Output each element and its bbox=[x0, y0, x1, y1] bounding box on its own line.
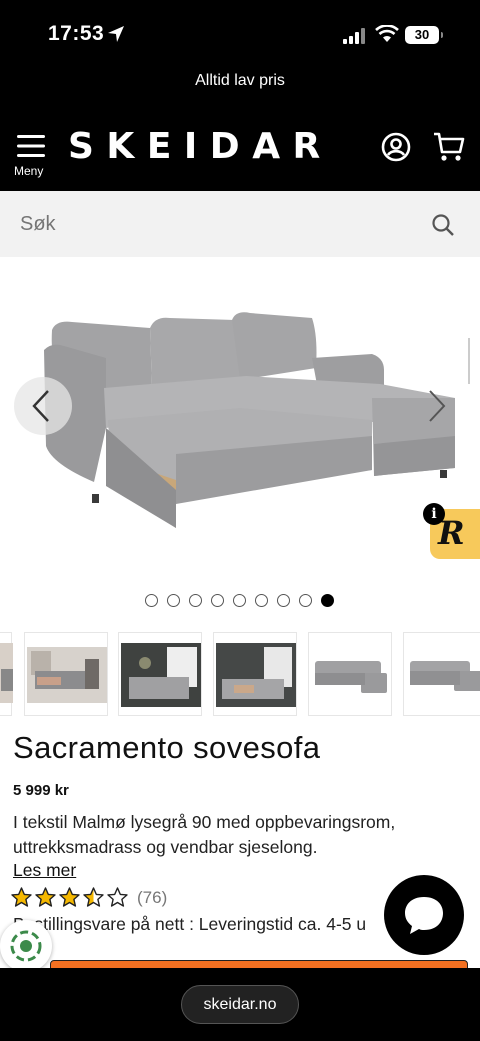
search-input[interactable] bbox=[20, 210, 400, 238]
search-icon[interactable] bbox=[432, 214, 454, 236]
star-icon bbox=[35, 887, 56, 907]
gallery-scroll-indicator bbox=[468, 338, 470, 384]
chat-button[interactable] bbox=[384, 875, 464, 955]
hamburger-menu-icon bbox=[17, 135, 45, 157]
account-icon[interactable] bbox=[381, 132, 411, 162]
star-icon bbox=[11, 887, 32, 907]
skeidar-logo[interactable]: SKEIDAR bbox=[68, 126, 333, 167]
rating-count[interactable]: (76) bbox=[137, 888, 167, 908]
product-title: Sacramento sovesofa bbox=[13, 730, 321, 765]
wifi-icon bbox=[375, 25, 399, 42]
gallery-dot[interactable] bbox=[277, 594, 290, 607]
thumbnail-item[interactable] bbox=[24, 632, 108, 716]
star-icon bbox=[107, 887, 128, 907]
gallery-dot[interactable] bbox=[321, 594, 334, 607]
star-row bbox=[11, 887, 131, 908]
gallery-dot[interactable] bbox=[145, 594, 158, 607]
gallery-dot[interactable] bbox=[299, 594, 312, 607]
cellular-signal-icon bbox=[343, 28, 365, 44]
chevron-right-icon bbox=[429, 390, 446, 422]
url-bar[interactable]: skeidar.no bbox=[181, 985, 299, 1024]
rating-stars[interactable]: (76) bbox=[11, 887, 167, 908]
promo-text: Alltid lav pris bbox=[195, 72, 285, 89]
promo-banner: Alltid lav pris bbox=[0, 62, 480, 112]
battery-indicator: 30 bbox=[405, 26, 443, 44]
thumbnail-item[interactable] bbox=[403, 632, 480, 716]
site-header: Meny SKEIDAR bbox=[0, 112, 480, 191]
gallery-dot[interactable] bbox=[167, 594, 180, 607]
star-icon bbox=[83, 887, 104, 907]
status-bar: 17:53 30 bbox=[0, 0, 480, 62]
recycle-icon bbox=[10, 930, 42, 962]
delivery-info: Bestillingsvare på nett : Leveringstid c… bbox=[13, 914, 367, 934]
thumbnail-item[interactable] bbox=[213, 632, 297, 716]
search-bar bbox=[0, 191, 480, 257]
thumbnail-strip[interactable] bbox=[0, 632, 480, 716]
star-icon bbox=[59, 887, 80, 907]
gallery-dot[interactable] bbox=[211, 594, 224, 607]
location-arrow-icon bbox=[108, 26, 124, 42]
status-time: 17:53 bbox=[48, 22, 105, 45]
product-description: I tekstil Malmø lysegrå 90 med oppbevari… bbox=[13, 812, 396, 857]
read-more-link[interactable]: Les mer bbox=[13, 860, 76, 881]
product-image-sofa bbox=[44, 312, 455, 528]
info-icon[interactable]: i bbox=[423, 503, 445, 525]
thumbnail-item[interactable] bbox=[308, 632, 392, 716]
menu-button[interactable]: Meny bbox=[14, 132, 50, 182]
cart-icon[interactable] bbox=[433, 131, 465, 163]
thumbnail-item[interactable] bbox=[118, 632, 202, 716]
product-image-gallery[interactable] bbox=[0, 258, 480, 588]
gallery-next-button[interactable] bbox=[410, 377, 464, 435]
product-price: 5 999 kr bbox=[13, 782, 69, 799]
gallery-dot[interactable] bbox=[189, 594, 202, 607]
thumbnail-item[interactable] bbox=[0, 632, 13, 716]
chevron-left-icon bbox=[32, 390, 49, 422]
gallery-dot[interactable] bbox=[255, 594, 268, 607]
menu-label: Meny bbox=[14, 164, 44, 178]
gallery-dot[interactable] bbox=[233, 594, 246, 607]
gallery-prev-button[interactable] bbox=[14, 377, 72, 435]
eco-badge[interactable] bbox=[0, 920, 52, 972]
gallery-pagination bbox=[145, 594, 343, 608]
chat-bubble-icon bbox=[405, 897, 443, 934]
